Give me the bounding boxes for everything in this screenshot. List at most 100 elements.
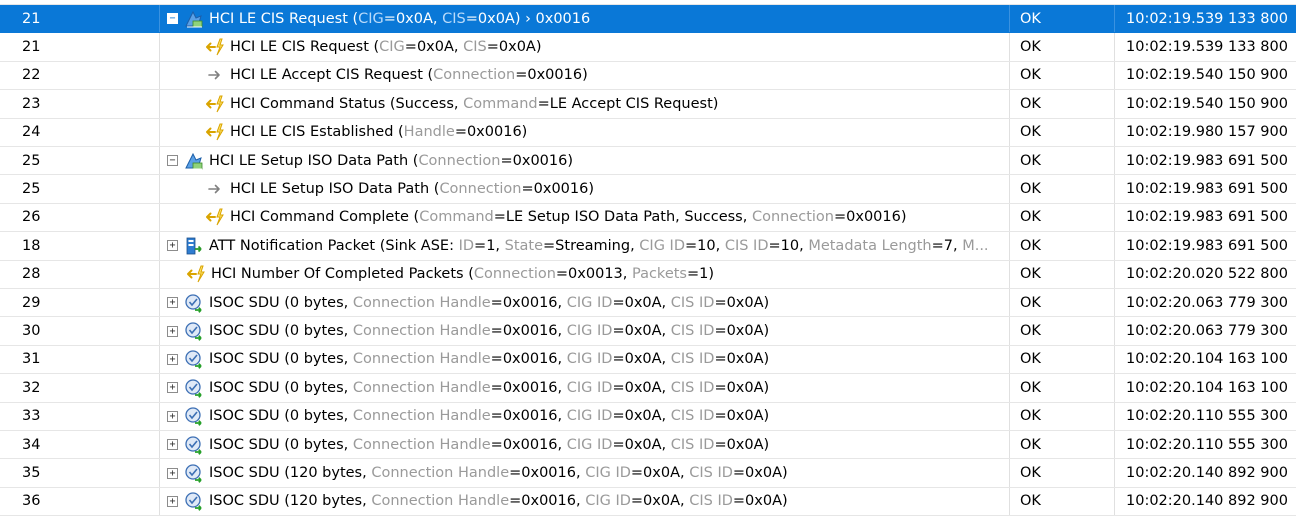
field-name: CIG ID bbox=[566, 323, 613, 340]
field-text: =0x0A) bbox=[714, 408, 770, 425]
timestamp-cell: 10:02:19.540 150 900 bbox=[1126, 95, 1288, 112]
description-text: HCI LE CIS Request (CIG=0x0A, CIS=0x0A) bbox=[230, 39, 542, 55]
field-text: ISOC SDU (0 bytes, bbox=[209, 323, 353, 340]
field-name: State bbox=[504, 237, 544, 254]
expand-icon[interactable]: + bbox=[167, 325, 178, 337]
table-row[interactable]: 32 + ISOC SDU (0 bytes, Connection Handle=… bbox=[0, 374, 1296, 403]
field-name: CIS ID bbox=[670, 294, 715, 311]
field-name: Connection Handle bbox=[352, 294, 491, 311]
description-cell: HCI LE Accept CIS Request (Connection=0x… bbox=[160, 61, 1010, 90]
field-name: CIG bbox=[379, 39, 405, 56]
table-row[interactable]: 34 + ISOC SDU (0 bytes, Connection Handle =… bbox=[0, 431, 1296, 460]
field-text: =1) bbox=[686, 266, 715, 283]
expand-icon[interactable]: + bbox=[167, 382, 178, 394]
description-text: HCI LE Accept CIS Request (Connection=0x… bbox=[230, 67, 588, 83]
packet-number-cell: 34 bbox=[0, 431, 160, 459]
packet-number-cell: 25 bbox=[0, 147, 160, 175]
timestamp-cell: 10:02:20.110 555 300 bbox=[1126, 408, 1288, 425]
table-row[interactable]: 26 HCI Command Complete (Command=LE Setup… bbox=[0, 203, 1296, 233]
field-text: =0x0016, bbox=[490, 351, 567, 368]
expand-icon[interactable]: + bbox=[167, 240, 178, 252]
packet-number-cell: 30 bbox=[0, 317, 160, 345]
field-name: Connection bbox=[433, 67, 516, 84]
table-row[interactable]: 33 + ISOC SDU (0 bytes, Connection Handle=… bbox=[0, 402, 1296, 431]
isoc-sdu-icon bbox=[184, 491, 204, 512]
table-row[interactable]: 21− HCI LE CIS Request (CIG=0x0A, CIS=0x0… bbox=[0, 5, 1296, 34]
timestamp-cell: 10:02:20.140 892 900 bbox=[1126, 465, 1288, 482]
isoc-sdu-icon bbox=[184, 463, 204, 483]
field-text: HCI LE Setup ISO Data Path ( bbox=[230, 181, 440, 198]
le-transaction-icon bbox=[184, 151, 204, 171]
field-text: =0x0A) bbox=[714, 436, 770, 453]
expand-icon[interactable]: + bbox=[167, 353, 178, 365]
expand-icon[interactable]: + bbox=[167, 439, 178, 451]
field-name: CIG ID bbox=[639, 237, 685, 254]
field-name: CIG ID bbox=[566, 294, 613, 311]
timestamp-cell: 10:02:20.140 892 900 bbox=[1126, 493, 1288, 510]
field-name: Connection Handle bbox=[352, 436, 491, 453]
status-cell: OK bbox=[1010, 33, 1115, 61]
status-cell: OK bbox=[1010, 459, 1115, 487]
description-text: HCI LE CIS Established (Handle=0x0016) bbox=[230, 124, 527, 140]
packet-list-grid[interactable]: 21− HCI LE CIS Request (CIG=0x0A, CIS=0x0… bbox=[0, 0, 1296, 518]
table-row[interactable]: 28 HCI Number Of Completed Packets (Conne… bbox=[0, 260, 1296, 289]
field-text: HCI Number Of Completed Packets ( bbox=[211, 266, 474, 283]
timestamp-cell: 10:02:19.539 133 800 bbox=[1126, 39, 1288, 56]
description-cell: HCI Number Of Completed Packets (Connect… bbox=[160, 260, 1010, 288]
field-text: ISOC SDU (0 bytes, bbox=[209, 436, 353, 453]
field-text: =0x0A, bbox=[612, 294, 671, 311]
status-cell: OK bbox=[1010, 61, 1115, 90]
timestamp-cell: 10:02:19.983 691 500 bbox=[1126, 152, 1288, 169]
table-row[interactable]: 29 + ISOC SDU (0 bytes, Connection Handle=… bbox=[0, 289, 1296, 318]
table-row[interactable]: 25 HCI LE Setup ISO Data Path (Connection… bbox=[0, 175, 1296, 204]
isoc-sdu-icon bbox=[184, 406, 204, 427]
expand-icon[interactable]: + bbox=[167, 297, 178, 309]
packet-number-cell: 36 bbox=[0, 487, 160, 516]
timestamp-cell: 10:02:20.110 555 300 bbox=[1126, 436, 1288, 453]
packet-number-cell: 26 bbox=[0, 203, 160, 232]
description-text: ISOC SDU (0 bytes, Connection Handle=0x0… bbox=[209, 295, 769, 311]
expand-icon[interactable]: + bbox=[167, 410, 178, 422]
packet-number-cell: 29 bbox=[0, 289, 160, 317]
description-text: HCI Number Of Completed Packets (Connect… bbox=[211, 266, 714, 282]
table-row[interactable]: 18 + ATT Notification Packet (Sink ASE: ID… bbox=[0, 232, 1296, 261]
field-text: ISOC SDU (120 bytes, bbox=[209, 493, 372, 510]
field-text: ISOC SDU (120 bytes, bbox=[209, 465, 372, 482]
description-text: ISOC SDU (120 bytes, Connection Handle=0… bbox=[209, 493, 788, 509]
field-text: =0x0016, bbox=[490, 408, 567, 425]
timestamp-cell: 10:02:19.539 133 800 bbox=[1126, 10, 1288, 27]
description-text: ATT Notification Packet (Sink ASE: ID=1,… bbox=[209, 238, 989, 254]
expand-icon[interactable]: + bbox=[167, 467, 178, 479]
description-cell: HCI Command Status (Success, Command=LE … bbox=[160, 90, 1010, 118]
table-row[interactable]: 31 + ISOC SDU (0 bytes, Connection Handle=… bbox=[0, 345, 1296, 375]
timestamp-cell: 10:02:19.983 691 500 bbox=[1126, 181, 1288, 198]
field-name: Metadata Length bbox=[808, 237, 932, 254]
timestamp-cell: 10:02:19.983 691 500 bbox=[1126, 237, 1288, 254]
table-row[interactable]: 22 HCI LE Accept CIS Request (Connection=… bbox=[0, 61, 1296, 91]
table-row[interactable]: 35 + ISOC SDU (120 bytes, Connection Handl… bbox=[0, 459, 1296, 488]
status-cell: OK bbox=[1010, 289, 1115, 317]
event-icon bbox=[205, 207, 225, 227]
field-text: =1, bbox=[474, 237, 505, 254]
field-text: ISOC SDU (0 bytes, bbox=[209, 351, 353, 368]
expand-icon[interactable]: + bbox=[167, 495, 178, 507]
field-name: Packets bbox=[631, 266, 687, 283]
collapse-icon[interactable]: − bbox=[167, 13, 178, 25]
description-cell: + ISOC SDU (0 bytes, Connection Handle=0x… bbox=[160, 289, 1010, 317]
field-text: =0x0A) bbox=[714, 323, 770, 340]
table-row[interactable]: 21 HCI LE CIS Request (CIG=0x0A, CIS=0x0A… bbox=[0, 33, 1296, 62]
field-text: =0x0A, bbox=[612, 436, 671, 453]
packet-number-cell: 21 bbox=[0, 33, 160, 61]
table-row[interactable]: 23 HCI Command Status (Success, Command=L… bbox=[0, 90, 1296, 119]
field-name: CIG ID bbox=[585, 493, 631, 510]
table-row[interactable]: 30 + ISOC SDU (0 bytes, Connection Handle=… bbox=[0, 317, 1296, 346]
field-text: HCI LE Setup ISO Data Path ( bbox=[209, 152, 419, 169]
timestamp-cell: 10:02:19.540 150 900 bbox=[1126, 67, 1288, 84]
status-cell: OK bbox=[1010, 175, 1115, 203]
field-text: =7, bbox=[931, 237, 963, 254]
table-row[interactable]: 25− HCI LE Setup ISO Data Path (Connectio… bbox=[0, 147, 1296, 176]
table-row[interactable]: 36 + ISOC SDU (120 bytes, Connection Handl… bbox=[0, 487, 1296, 517]
status-cell: OK bbox=[1010, 118, 1115, 146]
table-row[interactable]: 24 HCI LE CIS Established (Handle=0x0016)… bbox=[0, 118, 1296, 147]
collapse-icon[interactable]: − bbox=[167, 155, 178, 167]
